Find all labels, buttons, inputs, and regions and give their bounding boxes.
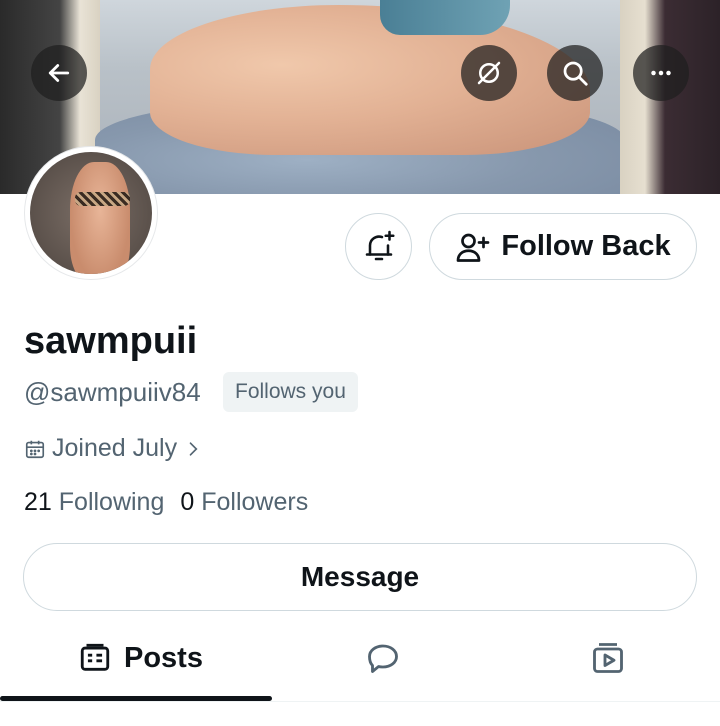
bell-plus-icon — [365, 230, 395, 260]
profile-tabs: Posts — [0, 628, 720, 698]
grok-icon — [477, 61, 501, 85]
banner-shirt — [380, 0, 510, 35]
avatar[interactable] — [24, 146, 158, 280]
calendar-icon — [25, 440, 45, 458]
follow-back-label: Follow Back — [501, 230, 671, 262]
joined-date[interactable]: Joined July — [24, 434, 203, 463]
chevron-right-icon — [189, 441, 198, 456]
arrow-left-icon — [48, 64, 70, 82]
notifications-button[interactable] — [345, 213, 412, 280]
following-link[interactable]: 21 Following — [24, 488, 164, 517]
more-button[interactable] — [633, 45, 689, 101]
tab-media[interactable] — [590, 628, 626, 688]
followers-label: Followers — [201, 488, 309, 516]
message-button[interactable]: Message — [23, 543, 697, 611]
grok-button[interactable] — [461, 45, 517, 101]
follow-stats: 21 Following 0 Followers — [24, 488, 308, 517]
user-handle: @sawmpuiiv84 — [24, 377, 201, 407]
back-button[interactable] — [31, 45, 87, 101]
tab-posts-label: Posts — [124, 641, 203, 674]
following-count: 21 — [24, 488, 52, 516]
avatar-figure — [70, 162, 130, 274]
followers-count: 0 — [180, 488, 195, 516]
follow-back-button[interactable]: Follow Back — [429, 213, 697, 280]
more-horizontal-icon — [651, 70, 671, 76]
avatar-image — [30, 152, 152, 274]
display-name: sawmpuii — [24, 320, 198, 362]
person-plus-icon — [457, 233, 490, 262]
tab-divider — [0, 701, 720, 702]
search-button[interactable] — [547, 45, 603, 101]
tab-replies[interactable] — [365, 628, 401, 688]
tab-posts[interactable]: Posts — [78, 628, 203, 688]
search-icon — [563, 61, 588, 86]
joined-label: Joined July — [52, 434, 178, 462]
posts-icon — [80, 643, 110, 671]
following-label: Following — [58, 488, 165, 516]
media-play-icon — [593, 643, 623, 673]
reply-bubble-icon — [368, 644, 398, 673]
avatar-detail — [75, 192, 130, 206]
follows-you-badge: Follows you — [223, 372, 358, 412]
banner-figure — [150, 5, 590, 155]
followers-link[interactable]: 0 Followers — [180, 488, 308, 517]
